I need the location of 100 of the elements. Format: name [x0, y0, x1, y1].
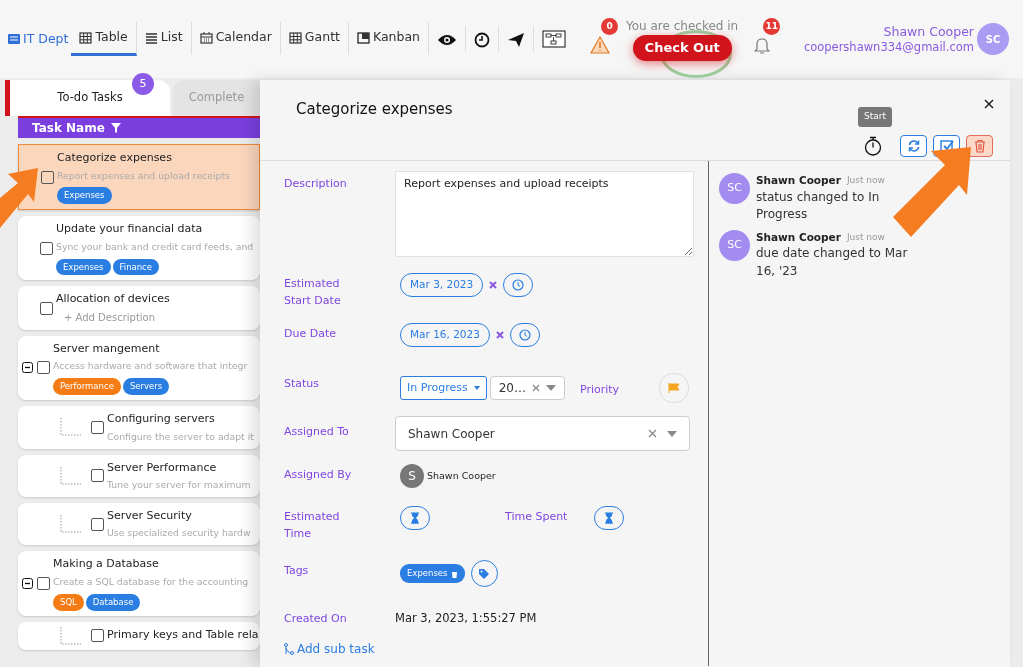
task-title: Categorize expenses [57, 150, 173, 166]
description-field[interactable]: Report expenses and upload receipts [395, 171, 694, 257]
calendar-icon [199, 31, 213, 44]
task-checkbox[interactable] [37, 361, 50, 375]
task-description: Access hardware and software that integr [53, 359, 248, 374]
task-row[interactable]: Allocation of devices + Add Description [18, 286, 260, 330]
task-row[interactable]: Primary keys and Table rela [18, 621, 260, 650]
view-tab[interactable]: Kanban [348, 22, 429, 56]
warning-icon [590, 36, 610, 55]
task-tag: Performance [53, 378, 121, 396]
clock-icon [474, 31, 490, 48]
task-checkbox[interactable] [40, 301, 53, 315]
activity-author: Shawn Cooper [756, 229, 841, 245]
task-row[interactable]: Server mangement Access hardware and software that integr Performance Servers [18, 335, 260, 401]
task-description: Sync your bank and credit card feeds, and [56, 239, 254, 254]
field-label: Created On [284, 611, 348, 627]
tree-line [60, 626, 82, 645]
tree-line [60, 418, 82, 437]
clear-icon[interactable] [648, 429, 657, 438]
task-checkbox[interactable] [91, 420, 104, 434]
clear-icon[interactable] [489, 281, 498, 289]
field-label: Assigned By [284, 467, 353, 483]
field-label: Assigned To [284, 424, 350, 440]
task-row[interactable]: Update your financial data Sync your bank and credit card feeds, and Expenses Finance [18, 216, 260, 281]
field-label: Status [284, 376, 321, 392]
table-icon [288, 31, 302, 44]
field-label: Estimated Start Date [284, 276, 342, 309]
activity-avatar: SC [719, 229, 750, 261]
task-title: Allocation of devices [56, 291, 170, 308]
user-email: coopershawn334@gmail.com [803, 39, 974, 54]
task-title: Server Performance [107, 459, 218, 476]
task-row[interactable]: Configuring servers Configure the server to adapt it [18, 406, 260, 449]
task-description: Report expenses and upload receipts [57, 168, 230, 183]
task-checkbox[interactable] [91, 517, 104, 531]
task-tag: Expenses [57, 187, 112, 205]
hourglass-icon [409, 512, 421, 524]
tag-chip[interactable]: Expenses [400, 564, 465, 583]
refresh-button[interactable] [900, 135, 927, 157]
activity-text: status changed to In Progress [756, 188, 881, 224]
task-checkbox[interactable] [91, 469, 104, 483]
refresh-icon [906, 139, 921, 153]
alert-count-badge: 0 [601, 17, 618, 35]
caret-icon[interactable] [667, 430, 677, 437]
notification-count-badge: 11 [763, 17, 781, 35]
filter-icon [110, 123, 121, 133]
pointer-arrow [0, 168, 38, 228]
kanban-icon [356, 31, 370, 44]
add-subtask-link[interactable]: Add sub task [284, 640, 694, 658]
tree-line [60, 515, 82, 534]
field-label: Tags [284, 563, 310, 579]
diagram-icon [542, 30, 566, 49]
list-icon [144, 31, 158, 44]
task-checkbox[interactable] [37, 576, 50, 590]
user-name: Shawn Cooper [882, 24, 974, 40]
view-tab[interactable]: List [136, 22, 192, 56]
activity-author: Shawn Cooper [756, 173, 841, 188]
board-icon [8, 34, 20, 44]
task-checkbox[interactable] [40, 241, 53, 255]
task-tag: Finance [112, 258, 160, 276]
task-row[interactable]: Server Performance Tune your server for maximum [18, 454, 260, 497]
task-checkbox[interactable] [41, 170, 54, 184]
bell-icon [754, 36, 771, 55]
field-label: Time Spent [505, 509, 568, 525]
created-date: Mar 3, 2023, 1:55:27 PM [395, 610, 537, 627]
task-row[interactable]: Making a Database Create a SQL database for the accounting SQL Database [18, 551, 260, 616]
field-label: Description [284, 176, 348, 192]
task-row[interactable]: Server Security Use specialized security hardw [18, 502, 260, 546]
clock-icon [518, 329, 531, 341]
task-title: Server Security [107, 507, 193, 524]
send-icon [507, 31, 525, 48]
year-dropdown[interactable]: 20… [489, 376, 565, 400]
activity-avatar: SC [719, 173, 750, 204]
timer-button[interactable] [864, 136, 882, 156]
task-row[interactable]: Categorize expenses Report expenses and upload receipts Expenses [18, 144, 260, 211]
column-header[interactable]: Task Name [18, 116, 260, 138]
view-tab[interactable]: Table [71, 22, 137, 56]
tooltip: Start [858, 107, 892, 127]
person-name: Shawn Cooper [427, 468, 496, 483]
task-tag: SQL [53, 593, 84, 611]
task-description: Configure the server to adapt it [107, 429, 254, 444]
clear-icon[interactable] [495, 331, 504, 339]
check-out-button[interactable]: Check Out [632, 35, 732, 61]
task-title: Configuring servers [107, 411, 216, 428]
eye-icon [437, 32, 457, 47]
task-title: Update your financial data [56, 221, 204, 238]
task-detail-title: Categorize expenses [296, 99, 453, 120]
activity-text: due date changed to Mar 16, '23 [756, 245, 909, 280]
caret-icon[interactable] [545, 385, 556, 391]
brand-link[interactable]: IT Dept [8, 29, 69, 49]
view-tab[interactable]: Gantt [280, 22, 349, 56]
task-description: Use specialized security hardw [107, 526, 251, 541]
task-checkbox[interactable] [91, 629, 104, 643]
status-dropdown[interactable]: In Progress [400, 375, 487, 401]
clear-icon[interactable] [531, 384, 540, 392]
collapse-icon[interactable] [22, 362, 33, 374]
view-tab[interactable]: Calendar [191, 22, 281, 56]
task-title: Primary keys and Table rela [107, 627, 259, 644]
task-title: Making a Database [53, 556, 160, 573]
collapse-icon[interactable] [22, 577, 33, 589]
assignee-dropdown[interactable]: Shawn Cooper [395, 416, 690, 451]
